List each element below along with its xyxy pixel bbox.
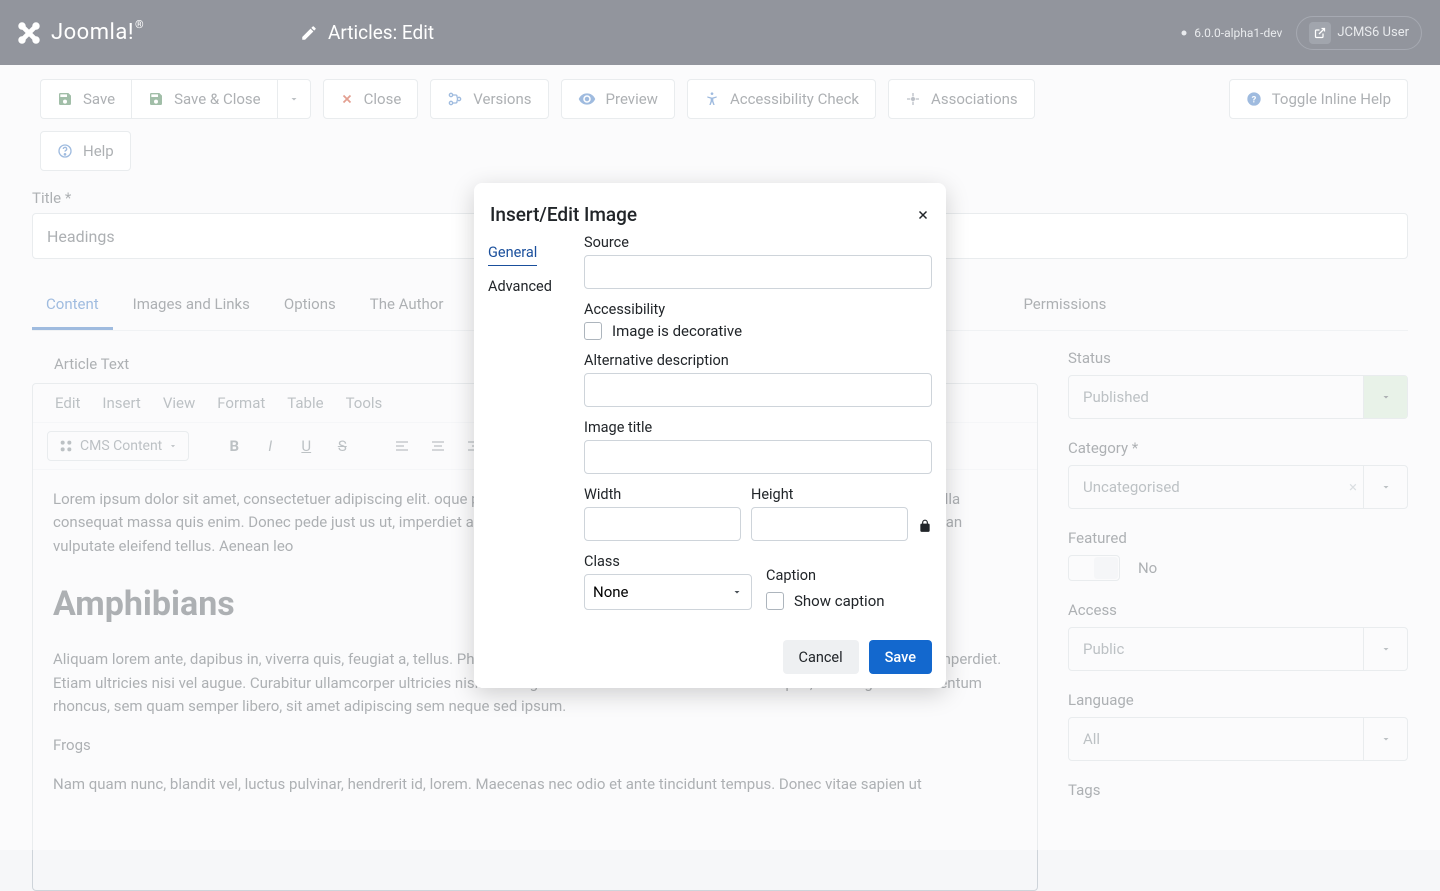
modal-save-button[interactable]: Save — [869, 640, 932, 674]
source-input[interactable] — [584, 255, 932, 289]
checkbox-icon — [766, 592, 784, 610]
image-title-label: Image title — [584, 419, 932, 436]
close-icon — [916, 208, 930, 222]
modal-tab-general[interactable]: General — [488, 240, 537, 266]
image-title-input[interactable] — [584, 440, 932, 474]
insert-image-modal: Insert/Edit Image General Advanced Sourc… — [474, 183, 946, 688]
alt-input[interactable] — [584, 373, 932, 407]
modal-tabs: General Advanced — [488, 234, 584, 622]
class-select[interactable]: None — [584, 574, 752, 610]
width-label: Width — [584, 486, 741, 503]
checkbox-icon — [584, 322, 602, 340]
modal-close-button[interactable] — [916, 208, 930, 222]
modal-tab-advanced[interactable]: Advanced — [488, 274, 584, 299]
modal-title: Insert/Edit Image — [490, 203, 637, 226]
lock-icon[interactable] — [918, 519, 932, 541]
source-label: Source — [584, 234, 932, 251]
height-label: Height — [751, 486, 908, 503]
caption-label: Caption — [766, 567, 932, 584]
modal-form: Source Accessibility Image is decorative… — [584, 234, 932, 622]
decorative-checkbox[interactable]: Image is decorative — [584, 322, 932, 340]
modal-cancel-button[interactable]: Cancel — [783, 640, 859, 674]
alt-label: Alternative description — [584, 352, 932, 369]
class-label: Class — [584, 553, 752, 570]
accessibility-label: Accessibility — [584, 301, 932, 318]
height-input[interactable] — [751, 507, 908, 541]
width-input[interactable] — [584, 507, 741, 541]
show-caption-checkbox[interactable]: Show caption — [766, 592, 932, 610]
chevron-down-icon — [731, 586, 743, 598]
